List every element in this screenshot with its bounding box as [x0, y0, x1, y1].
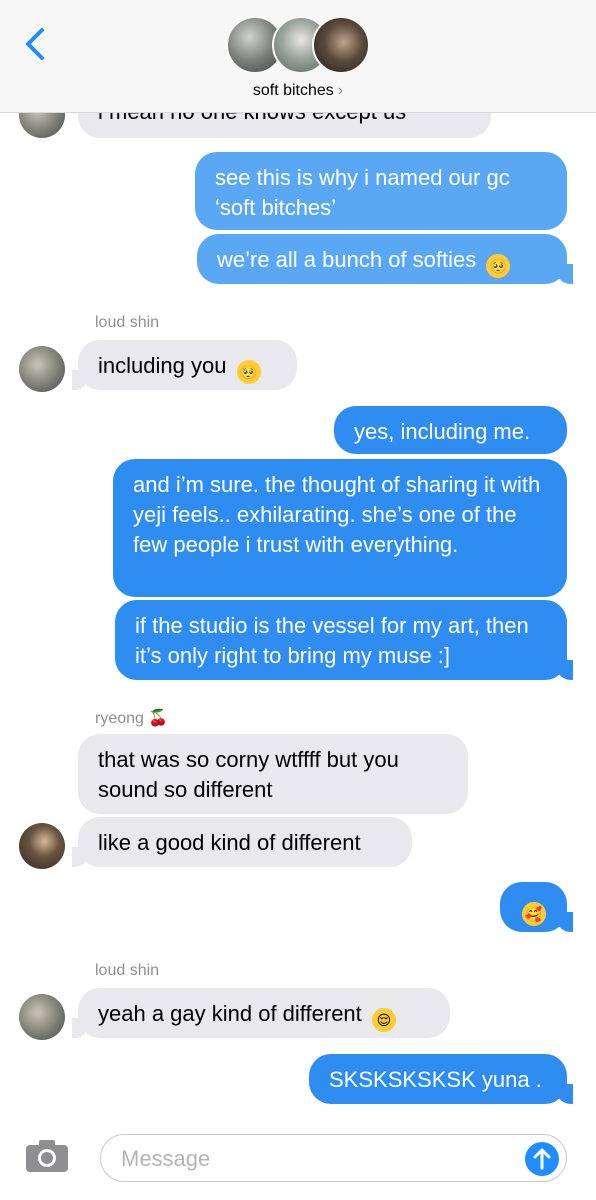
message-input[interactable]: Message: [100, 1134, 567, 1182]
avatar-ryeong[interactable]: [19, 823, 65, 869]
message-bubble[interactable]: yeah a gay kind of different 😌: [72, 988, 450, 1038]
avatar: [312, 16, 370, 74]
conversation-title[interactable]: soft bitches ›: [0, 82, 596, 100]
message-bubble[interactable]: including you 🥺: [72, 340, 297, 390]
smiling-face-with-hearts-icon: 🥰: [521, 902, 546, 926]
sender-name: loud shin: [95, 962, 160, 979]
arrow-up-icon: [533, 1148, 551, 1170]
message-bubble[interactable]: that was so corny wtffff but you sound s…: [78, 734, 468, 814]
message-text: we’re all a bunch of softies: [217, 247, 477, 272]
message-text: yes, including me.: [354, 419, 531, 444]
camera-icon[interactable]: [24, 1138, 70, 1174]
pleading-face-icon: 🥺: [236, 360, 261, 384]
avatar-loud-shin[interactable]: [19, 994, 65, 1040]
message-text: SKSKSKSKSK yuna .: [329, 1067, 542, 1092]
message-bubble[interactable]: we’re all a bunch of softies 🥺: [197, 234, 573, 284]
conversation-header: soft bitches ›: [0, 0, 596, 113]
message-text: see this is why i named our gc ‘soft bit…: [215, 165, 510, 220]
message-bubble[interactable]: see this is why i named our gc ‘soft bit…: [195, 152, 567, 230]
message-bubble[interactable]: 🥰: [500, 882, 573, 932]
message-placeholder: Message: [121, 1146, 211, 1171]
message-bubble[interactable]: yes, including me.: [334, 406, 567, 454]
group-avatars[interactable]: [226, 16, 376, 78]
title-text: soft bitches: [252, 82, 334, 99]
message-bubble[interactable]: and i’m sure. the thought of sharing it …: [113, 459, 567, 597]
back-chevron-icon[interactable]: [16, 24, 56, 64]
message-text: if the studio is the vessel for my art, …: [135, 613, 529, 668]
message-text: yeah a gay kind of different: [98, 1001, 362, 1026]
pleading-face-icon: 🥺: [486, 254, 511, 278]
message-text: and i’m sure. the thought of sharing it …: [133, 472, 541, 557]
avatar-loud-shin[interactable]: [19, 346, 65, 392]
send-button[interactable]: [525, 1142, 559, 1176]
message-text: that was so corny wtffff but you sound s…: [98, 747, 399, 802]
message-text: including you: [98, 353, 227, 378]
message-bubble[interactable]: if the studio is the vessel for my art, …: [115, 600, 573, 680]
message-bubble[interactable]: SKSKSKSKSK yuna .: [309, 1054, 573, 1104]
message-bubble[interactable]: like a good kind of different: [72, 817, 412, 867]
sender-name: loud shin: [95, 314, 160, 331]
sender-name: ryeong 🍒: [95, 710, 169, 727]
chevron-right-icon: ›: [337, 82, 344, 99]
message-text: like a good kind of different: [98, 830, 361, 855]
relieved-face-icon: 😌: [371, 1008, 396, 1032]
